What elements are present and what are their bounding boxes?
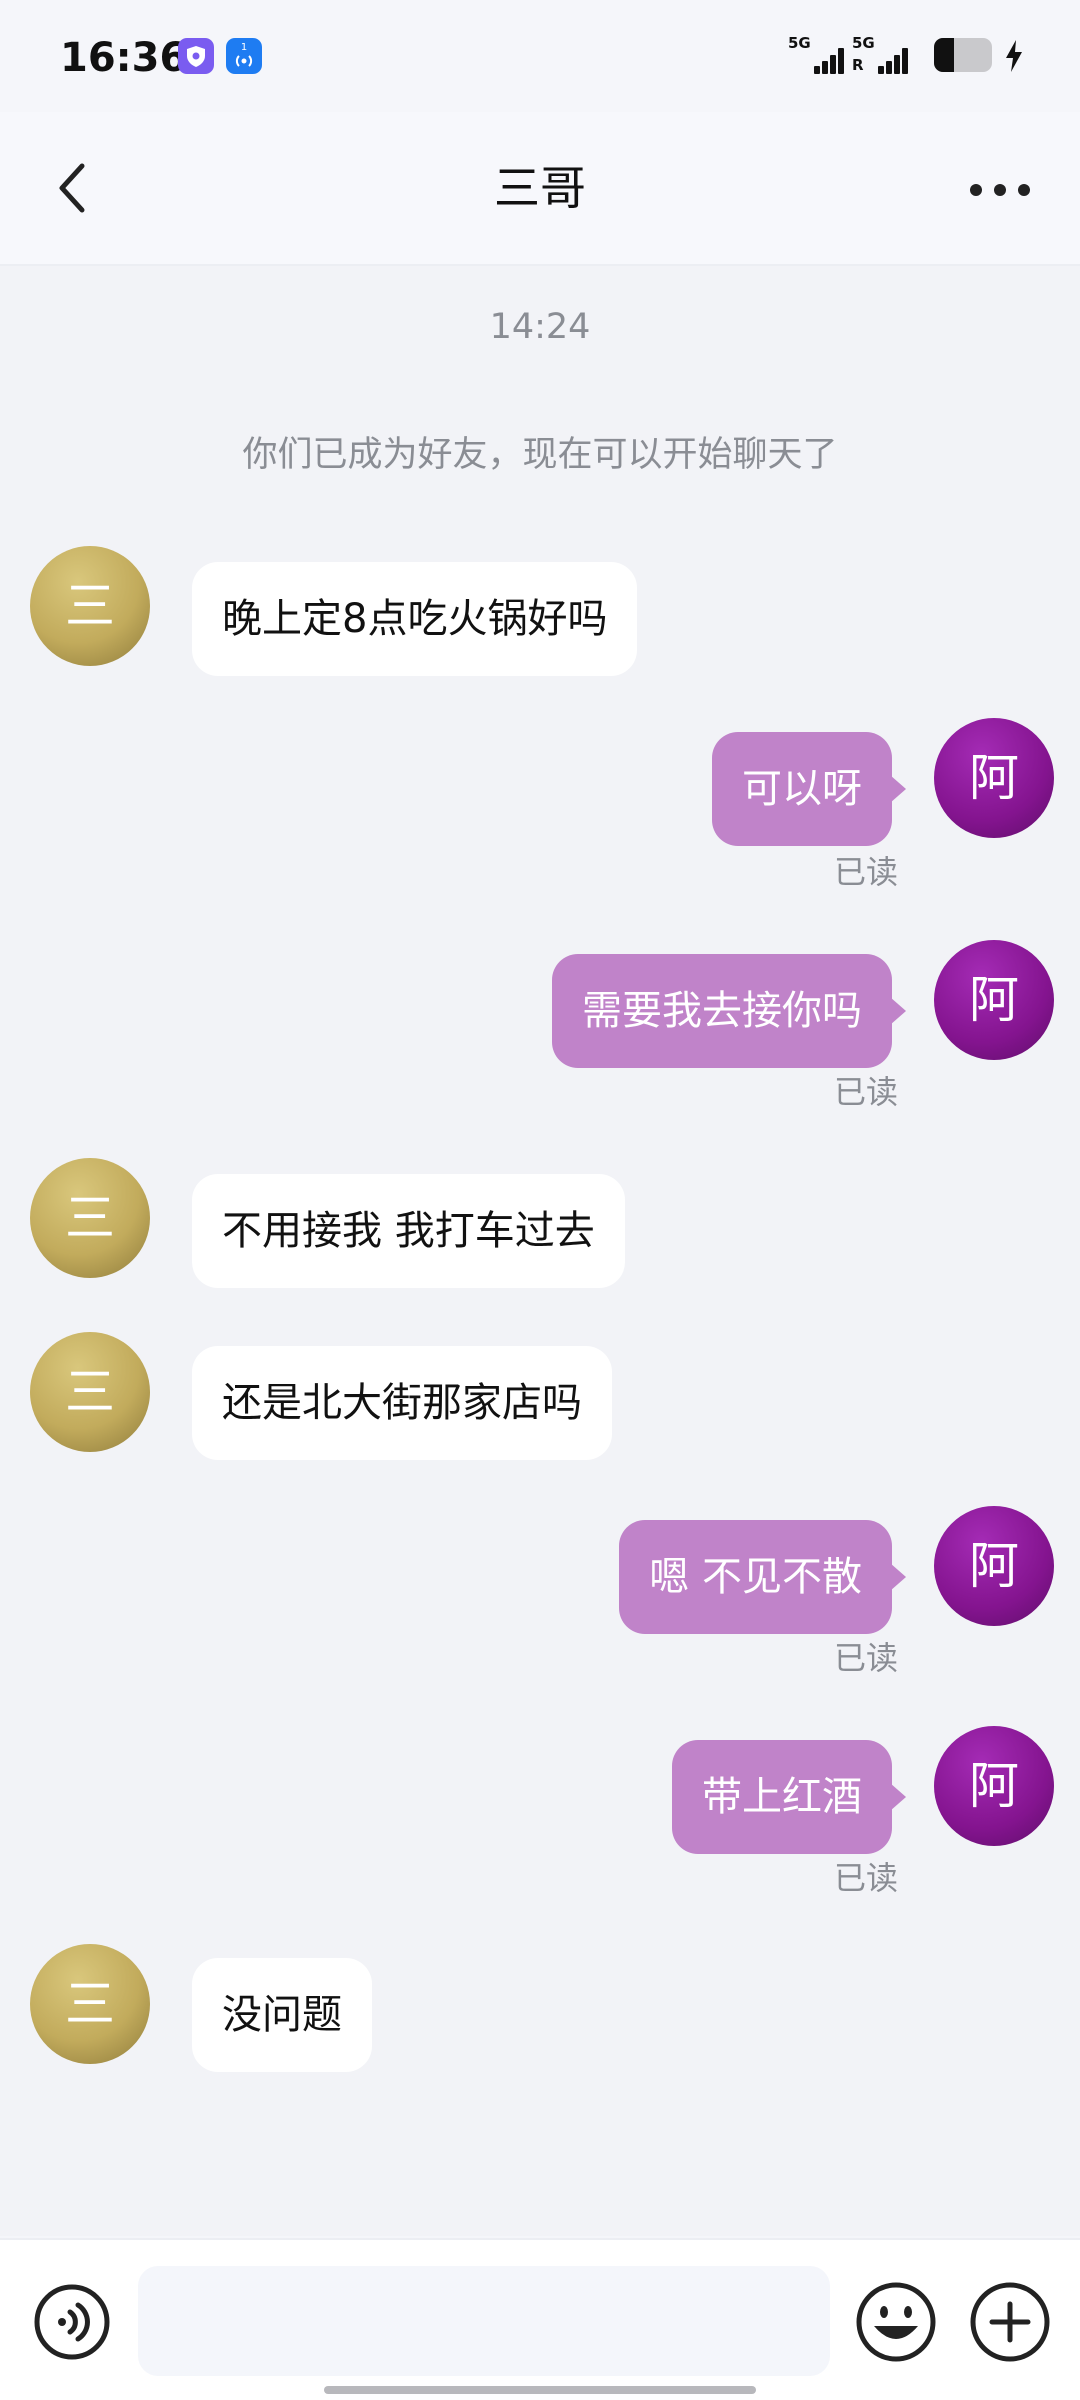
plus-button[interactable] [968, 2280, 1052, 2364]
input-bar [0, 2238, 1080, 2400]
signal-icon-sim2: 5G R [852, 34, 910, 76]
home-indicator[interactable] [324, 2386, 756, 2394]
my-avatar[interactable]: 阿 [934, 1506, 1054, 1626]
message-bubble-received[interactable]: 没问题 [192, 1958, 372, 2072]
signal-icon-sim1: 5G [788, 34, 846, 76]
system-notice: 你们已成为好友，现在可以开始聊天了 [242, 435, 838, 475]
message-bubble-received[interactable]: 不用接我 我打车过去 [192, 1174, 625, 1288]
plus-icon [970, 2282, 1050, 2362]
contact-avatar[interactable]: 三 [30, 1332, 150, 1452]
message-list[interactable]: 14:24 你们已成为好友，现在可以开始聊天了 三 晚上定8点吃火锅好吗 可以呀… [0, 266, 1080, 2236]
read-receipt: 已读 [834, 1073, 899, 1111]
contact-avatar[interactable]: 三 [30, 546, 150, 666]
message-bubble-sent[interactable]: 带上红酒 [672, 1740, 906, 1854]
nfc-icon: 1 [226, 38, 262, 74]
message-bubble-sent[interactable]: 嗯 不见不散 [619, 1520, 906, 1634]
emoji-button[interactable] [854, 2280, 938, 2364]
voice-button[interactable] [32, 2282, 112, 2362]
read-receipt: 已读 [834, 1639, 899, 1677]
status-time: 16:36 [60, 35, 188, 81]
more-button[interactable] [960, 160, 1040, 220]
more-horizontal-icon [970, 184, 1030, 196]
page-title: 三哥 [494, 161, 586, 215]
battery-level [934, 38, 955, 72]
chat-screen: 16:36 1 5G 5G R 三哥 14:24 你们已成为好友，现在可以开始聊… [0, 0, 1080, 2400]
chat-header: 三哥 [0, 112, 1080, 266]
message-bubble-received[interactable]: 晚上定8点吃火锅好吗 [192, 562, 638, 676]
sim2-roaming-label: R [852, 56, 864, 74]
my-avatar[interactable]: 阿 [934, 718, 1054, 838]
charging-icon [1006, 40, 1022, 72]
read-receipt: 已读 [834, 853, 899, 891]
emoji-icon [856, 2282, 936, 2362]
contact-avatar[interactable]: 三 [30, 1944, 150, 2064]
vpn-icon [178, 38, 214, 74]
nfc-badge: 1 [241, 42, 247, 53]
read-receipt: 已读 [834, 1859, 899, 1897]
message-bubble-sent[interactable]: 需要我去接你吗 [552, 954, 906, 1068]
message-bubble-sent[interactable]: 可以呀 [712, 732, 906, 846]
status-bar: 16:36 1 5G 5G R [0, 0, 1080, 112]
voice-icon [34, 2284, 110, 2360]
contact-avatar[interactable]: 三 [30, 1158, 150, 1278]
my-avatar[interactable]: 阿 [934, 1726, 1054, 1846]
battery-icon [934, 38, 992, 72]
my-avatar[interactable]: 阿 [934, 940, 1054, 1060]
message-input[interactable] [138, 2266, 830, 2376]
message-bubble-received[interactable]: 还是北大街那家店吗 [192, 1346, 612, 1460]
time-divider: 14:24 [489, 307, 591, 347]
